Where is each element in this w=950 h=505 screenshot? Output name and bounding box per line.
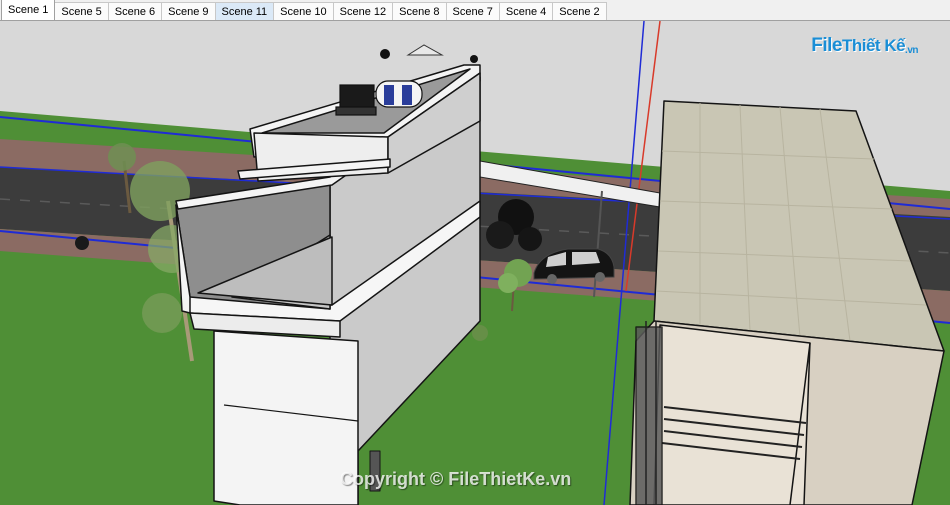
scene-tab[interactable]: Scene 2 [552, 2, 607, 20]
scene-tab-label: Scene 2 [559, 6, 600, 18]
scene-render [0, 21, 950, 505]
scene-tab-label: Scene 5 [61, 6, 102, 18]
scene-tab-label: Scene 8 [399, 6, 440, 18]
scene-tab[interactable]: Scene 11 [214, 2, 275, 20]
scene-tab[interactable]: Scene 1 [1, 0, 56, 20]
3d-model-viewport[interactable]: File Thiết Kế .vn [0, 21, 950, 505]
scene-tab-label: Scene 11 [221, 6, 268, 18]
logo-text-file: File [811, 35, 842, 56]
scene-tab-label: Scene 4 [505, 6, 547, 18]
scene-tab[interactable]: Scene 7 [445, 2, 500, 20]
scene-tab[interactable]: Scene 12 [332, 2, 394, 20]
scene-tab-label: Scene 9 [168, 6, 209, 18]
scene-tab-label: Scene 12 [339, 6, 387, 18]
scene-tab-bar: Scene 1 Scene 5 Scene 6 Scene 9 Scene 11… [0, 0, 950, 21]
scene-tab-label: Scene 6 [114, 6, 156, 18]
scene-tab[interactable]: Scene 10 [273, 2, 334, 20]
scene-tab[interactable]: Scene 5 [54, 2, 109, 20]
scene-tab-label: Scene 7 [452, 6, 493, 18]
scene-tab-label: Scene 10 [280, 6, 327, 18]
logo-text-vn: .vn [905, 44, 918, 56]
logo-text-thietke: Thiết Kế [841, 36, 906, 55]
site-logo: File Thiết Kế .vn [811, 35, 918, 57]
copyright-watermark: Copyright © FileThietKe.vn [340, 469, 572, 489]
scene-tab-label: Scene 1 [8, 4, 49, 16]
scene-tab[interactable]: Scene 9 [161, 2, 216, 20]
scene-tab[interactable]: Scene 4 [498, 2, 554, 20]
scene-tab[interactable]: Scene 8 [392, 2, 447, 20]
scene-tab[interactable]: Scene 6 [107, 2, 163, 20]
